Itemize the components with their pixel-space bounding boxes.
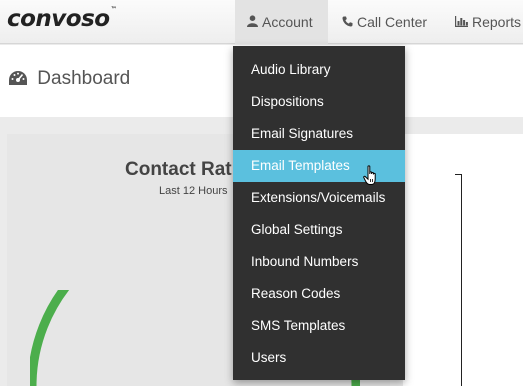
menu-item-users[interactable]: Users bbox=[233, 342, 405, 374]
menu-item-email-signatures[interactable]: Email Signatures bbox=[233, 118, 405, 150]
secondary-panel bbox=[403, 134, 523, 386]
menu-item-reason-codes[interactable]: Reason Codes bbox=[233, 278, 405, 310]
chart-title: Contact Rat bbox=[125, 159, 232, 180]
phone-icon bbox=[342, 0, 353, 44]
dashboard-gauge-icon bbox=[8, 68, 37, 89]
logo-text: CONVOSO bbox=[7, 6, 110, 32]
page-title-text: Dashboard bbox=[37, 68, 131, 89]
menu-item-global-settings[interactable]: Global Settings bbox=[233, 214, 405, 246]
chart-subtitle: Last 12 Hours bbox=[159, 185, 228, 197]
hand-pointer-cursor-icon bbox=[363, 165, 376, 185]
top-navbar: CONVOSO™ Account Call Center Reports bbox=[0, 0, 523, 44]
account-dropdown-menu: Audio Library Dispositions Email Signatu… bbox=[233, 46, 405, 380]
menu-item-dispositions[interactable]: Dispositions bbox=[233, 86, 405, 118]
nav-reports[interactable]: Reports bbox=[443, 0, 523, 44]
bar-chart-icon bbox=[455, 0, 468, 44]
trademark-mark: ™ bbox=[110, 6, 117, 13]
page-title: Dashboard bbox=[8, 68, 130, 90]
chart-axis-line bbox=[461, 174, 462, 386]
menu-item-inbound-numbers[interactable]: Inbound Numbers bbox=[233, 246, 405, 278]
convoso-logo[interactable]: CONVOSO™ bbox=[7, 6, 117, 32]
menu-item-audio-library[interactable]: Audio Library bbox=[233, 54, 405, 86]
user-icon bbox=[247, 0, 258, 44]
nav-account-label: Account bbox=[262, 14, 313, 30]
nav-account[interactable]: Account bbox=[235, 0, 328, 44]
nav-call-center-label: Call Center bbox=[357, 14, 428, 30]
nav-call-center[interactable]: Call Center bbox=[330, 0, 439, 44]
chart-axis-tick bbox=[455, 174, 462, 175]
nav-reports-label: Reports bbox=[472, 14, 522, 30]
menu-item-sms-templates[interactable]: SMS Templates bbox=[233, 310, 405, 342]
